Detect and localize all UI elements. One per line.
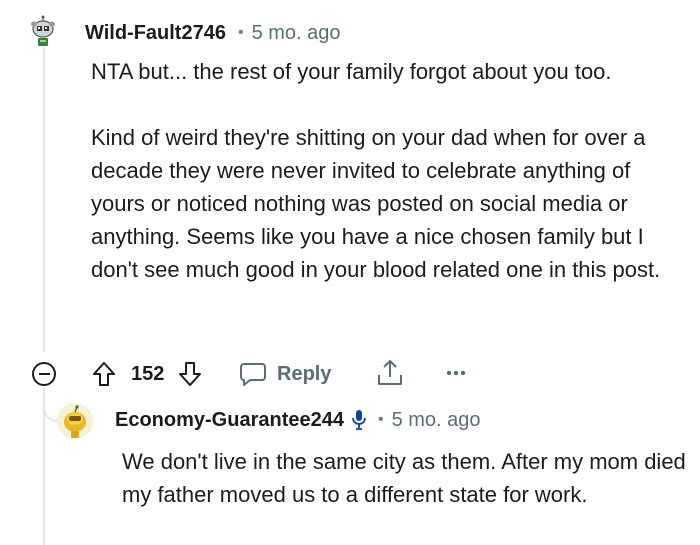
user-avatar[interactable]	[56, 402, 94, 440]
comment-paragraph: Kind of weird they're shitting on your d…	[91, 125, 661, 282]
comment-body: NTA but... the rest of your family forgo…	[91, 55, 671, 286]
timestamp[interactable]: 5 mo. ago	[392, 409, 481, 432]
reply-button[interactable]: Reply	[239, 360, 331, 388]
robot-snoo-avatar-icon	[27, 15, 59, 47]
ellipsis-icon	[446, 370, 466, 376]
username[interactable]: Economy-Guarantee244	[115, 409, 344, 432]
reply-body: We don't live in the same city as them. …	[122, 449, 686, 507]
downvote-button[interactable]	[178, 361, 202, 387]
minus-circle-icon	[38, 373, 50, 375]
comment-meta: Wild-Fault2746 • 5 mo. ago	[85, 18, 341, 48]
username[interactable]: Wild-Fault2746	[85, 22, 226, 45]
share-icon	[378, 360, 402, 385]
chat-bubble-icon	[240, 363, 266, 386]
arrow-down-icon	[179, 362, 201, 386]
upvote-button[interactable]	[92, 361, 116, 387]
yellow-snoo-avatar-icon	[57, 403, 93, 439]
collapse-thread-button[interactable]	[32, 362, 56, 386]
timestamp[interactable]: 5 mo. ago	[252, 22, 341, 45]
more-options-button[interactable]	[446, 370, 466, 376]
meta-separator: •	[237, 24, 244, 41]
microphone-icon	[352, 409, 366, 431]
meta-separator: •	[377, 411, 384, 428]
user-avatar[interactable]	[26, 14, 60, 48]
share-button[interactable]	[376, 358, 404, 388]
comment-action-bar: 152 Reply	[28, 356, 508, 394]
comment-meta: Economy-Guarantee244 • 5 mo. ago	[115, 404, 481, 436]
thread-line	[43, 44, 45, 352]
comment-paragraph: NTA but... the rest of your family forgo…	[91, 59, 612, 84]
vote-score: 152	[131, 363, 165, 385]
reply-label: Reply	[277, 362, 332, 385]
arrow-up-icon	[93, 362, 115, 386]
